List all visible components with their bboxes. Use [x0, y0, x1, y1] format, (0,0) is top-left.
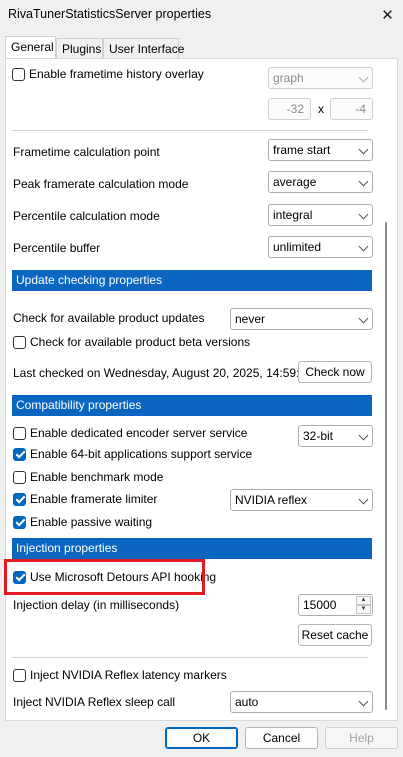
last-checked-text: Last checked on Wednesday, August 20, 20…	[13, 366, 313, 380]
checkbox-box-checked[interactable]	[13, 447, 26, 461]
select-value: unlimited	[273, 240, 322, 254]
tab-label: General	[11, 40, 54, 54]
calc-point-select[interactable]: frame start	[268, 139, 373, 161]
reflex-sleep-label: Inject NVIDIA Reflex sleep call	[13, 695, 176, 709]
calc-point-label: Frametime calculation point	[13, 145, 160, 159]
select-value: NVIDIA reflex	[235, 493, 308, 507]
frametime-history-checkbox[interactable]: Enable frametime history overlay	[12, 67, 204, 81]
x64-support-checkbox[interactable]: Enable 64-bit applications support servi…	[13, 447, 252, 461]
select-value: integral	[273, 208, 313, 222]
chevron-down-icon	[358, 313, 369, 324]
highlight-box	[4, 559, 205, 595]
framerate-limiter-label: Enable framerate limiter	[30, 492, 158, 506]
passive-waiting-label: Enable passive waiting	[30, 515, 153, 529]
injection-delay-label: Injection delay (in milliseconds)	[13, 598, 180, 612]
injection-section-header: Injection properties	[12, 538, 372, 559]
reset-cache-button[interactable]: Reset cache	[298, 624, 372, 646]
peak-mode-label: Peak framerate calculation mode	[13, 177, 189, 191]
checkbox-box[interactable]	[13, 668, 26, 682]
percentile-mode-label: Percentile calculation mode	[13, 209, 160, 223]
percentile-mode-select[interactable]: integral	[268, 204, 373, 226]
compat-section-header: Compatibility properties	[12, 395, 372, 416]
window-title: RivaTunerStatisticsServer properties	[8, 7, 212, 21]
injection-delay-value: 15000	[303, 598, 337, 612]
checkbox-box-checked[interactable]	[13, 492, 26, 506]
spin-down-icon[interactable]: ▼	[356, 605, 371, 614]
tab-user-interface[interactable]: User Interface	[103, 38, 184, 58]
check-now-button[interactable]: Check now	[298, 361, 372, 383]
injection-delay-field[interactable]: 15000 ▲ ▼	[298, 594, 373, 616]
chevron-down-icon	[358, 696, 369, 707]
encoder-service-label: Enable dedicated encoder server service	[30, 426, 248, 440]
frametime-history-mode-select[interactable]: graph	[268, 67, 373, 89]
benchmark-mode-checkbox[interactable]: Enable benchmark mode	[13, 470, 163, 484]
tab-general[interactable]: General	[5, 36, 56, 58]
chevron-down-icon	[358, 209, 369, 220]
select-value: frame start	[273, 143, 331, 157]
dimension-separator: x	[318, 102, 324, 116]
overlay-height-field[interactable]: -4	[330, 98, 373, 120]
beta-check-label: Check for available product beta version…	[30, 335, 251, 349]
beta-check-checkbox[interactable]: Check for available product beta version…	[13, 335, 250, 349]
close-icon: ✕	[381, 7, 394, 24]
passive-waiting-checkbox[interactable]: Enable passive waiting	[13, 515, 152, 529]
chevron-down-icon	[358, 241, 369, 252]
select-value: average	[273, 175, 317, 189]
help-button[interactable]: Help	[325, 727, 398, 749]
overlay-width-value: -32	[286, 102, 304, 116]
x64-support-label: Enable 64-bit applications support servi…	[30, 447, 253, 461]
tab-plugins[interactable]: Plugins	[56, 38, 103, 58]
select-value: never	[235, 312, 266, 326]
overlay-height-value: -4	[355, 102, 366, 116]
percentile-buffer-select[interactable]: unlimited	[268, 236, 373, 258]
reflex-markers-label: Inject NVIDIA Reflex latency markers	[30, 668, 227, 682]
checkbox-box-checked[interactable]	[13, 515, 26, 529]
chevron-down-icon	[358, 144, 369, 155]
select-value: 32-bit	[303, 429, 334, 443]
update-check-label: Check for available product updates	[13, 311, 205, 325]
chevron-down-icon	[358, 494, 369, 505]
chevron-down-icon	[358, 176, 369, 187]
ok-button[interactable]: OK	[165, 727, 238, 749]
encoder-bitness-select[interactable]: 32-bit	[298, 425, 373, 447]
benchmark-mode-label: Enable benchmark mode	[30, 470, 164, 484]
select-value: auto	[235, 695, 259, 709]
tab-label: Plugins	[62, 42, 102, 56]
peak-mode-select[interactable]: average	[268, 171, 373, 193]
update-check-select[interactable]: never	[230, 308, 373, 330]
checkbox-box[interactable]	[13, 470, 26, 484]
tab-label: User Interface	[109, 42, 185, 56]
cancel-button[interactable]: Cancel	[245, 727, 318, 749]
spin-up-icon[interactable]: ▲	[356, 596, 371, 605]
close-button[interactable]: ✕	[372, 0, 403, 30]
checkbox-box[interactable]	[12, 67, 25, 81]
divider	[12, 130, 368, 131]
update-section-header: Update checking properties	[12, 270, 372, 291]
select-value: graph	[273, 71, 304, 85]
percentile-buffer-label: Percentile buffer	[13, 241, 101, 255]
framerate-limiter-select[interactable]: NVIDIA reflex	[230, 489, 373, 511]
chevron-down-icon	[358, 430, 369, 441]
chevron-down-icon	[358, 72, 369, 83]
scrollbar-thumb[interactable]	[385, 222, 387, 710]
framerate-limiter-checkbox[interactable]: Enable framerate limiter	[13, 492, 157, 506]
reflex-sleep-select[interactable]: auto	[230, 691, 373, 713]
frametime-history-label: Enable frametime history overlay	[29, 67, 204, 81]
overlay-width-field[interactable]: -32	[268, 98, 311, 120]
encoder-service-checkbox[interactable]: Enable dedicated encoder server service	[13, 426, 247, 440]
checkbox-box[interactable]	[13, 426, 26, 440]
divider	[12, 657, 368, 658]
reflex-markers-checkbox[interactable]: Inject NVIDIA Reflex latency markers	[13, 668, 227, 682]
checkbox-box[interactable]	[13, 335, 26, 349]
